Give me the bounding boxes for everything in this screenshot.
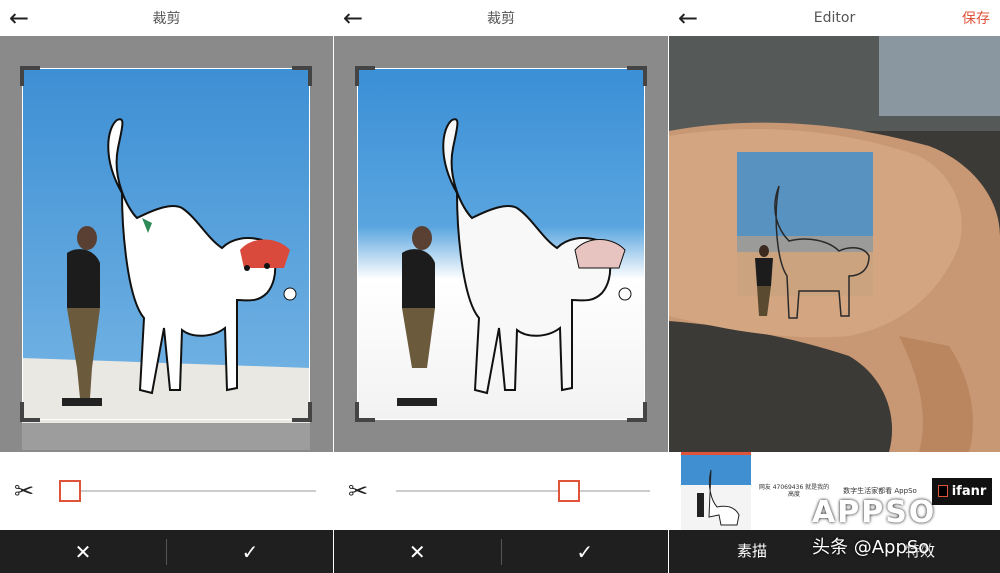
crop-handle-top-right[interactable] [292,66,312,86]
threshold-slider-bar: ✂ [334,452,668,530]
watermark-credit: 头条 @AppSo [812,537,930,558]
ifanr-logo: ifanr [931,477,993,505]
crop-stage [334,36,668,452]
hand-tattoo-preview [669,36,1000,452]
thumbnail-item-ifanr[interactable]: ifanr [927,452,997,530]
crop-stage [0,36,333,452]
thumbnail-sketch[interactable] [681,452,751,530]
back-arrow-icon[interactable]: ← [673,3,703,33]
crop-screen-original: ← 裁剪 ✂ ✕ ✓ [0,0,333,573]
confirm-button[interactable]: ✓ [502,530,669,573]
top-bar: ← Editor 保存 [669,0,1000,36]
crop-handle-bottom-right[interactable] [627,402,647,422]
action-bar: ✕ ✓ [0,530,333,573]
scissors-icon[interactable]: ✂ [348,477,368,505]
crop-handle-bottom-left[interactable] [355,402,375,422]
page-title: 裁剪 [152,11,181,27]
crop-handle-bottom-left[interactable] [20,402,40,422]
scissors-icon[interactable]: ✂ [14,477,34,505]
crop-handle-top-right[interactable] [627,66,647,86]
crop-handle-top-left[interactable] [355,66,375,86]
tab-sketch[interactable]: 素描 [737,540,767,561]
thumbnail-label: ifanr [951,483,987,499]
top-bar: ← 裁剪 [0,0,333,36]
crop-handle-bottom-right[interactable] [292,402,312,422]
page-title: 裁剪 [487,11,515,27]
save-button[interactable]: 保存 [962,8,990,28]
slider-thumb[interactable] [58,480,81,502]
action-bar: ✕ ✓ [334,530,668,573]
cancel-button[interactable]: ✕ [334,530,501,573]
threshold-slider-bar: ✂ [0,452,333,530]
ifanr-mark-icon [937,485,948,497]
crop-screen-sketch: ← 裁剪 ✂ ✕ ✓ [334,0,668,573]
page-title: Editor [813,10,856,26]
editor-screen: ← Editor 保存 网友 47069436 就是我的高度 数字生活家都看 A… [669,0,1000,573]
back-arrow-icon[interactable]: ← [338,3,368,33]
crop-handle-top-left[interactable] [20,66,40,86]
thumbnail-image [681,455,751,530]
crop-frame[interactable] [20,66,312,422]
watermark-brand: APPSO [812,495,937,530]
top-bar: ← 裁剪 [334,0,668,36]
crop-frame[interactable] [355,66,647,422]
confirm-button[interactable]: ✓ [167,530,333,573]
slider-thumb[interactable] [557,480,580,502]
back-arrow-icon[interactable]: ← [4,3,34,33]
slider-track[interactable] [70,490,316,492]
slider-track[interactable] [396,490,650,492]
cancel-button[interactable]: ✕ [0,530,166,573]
